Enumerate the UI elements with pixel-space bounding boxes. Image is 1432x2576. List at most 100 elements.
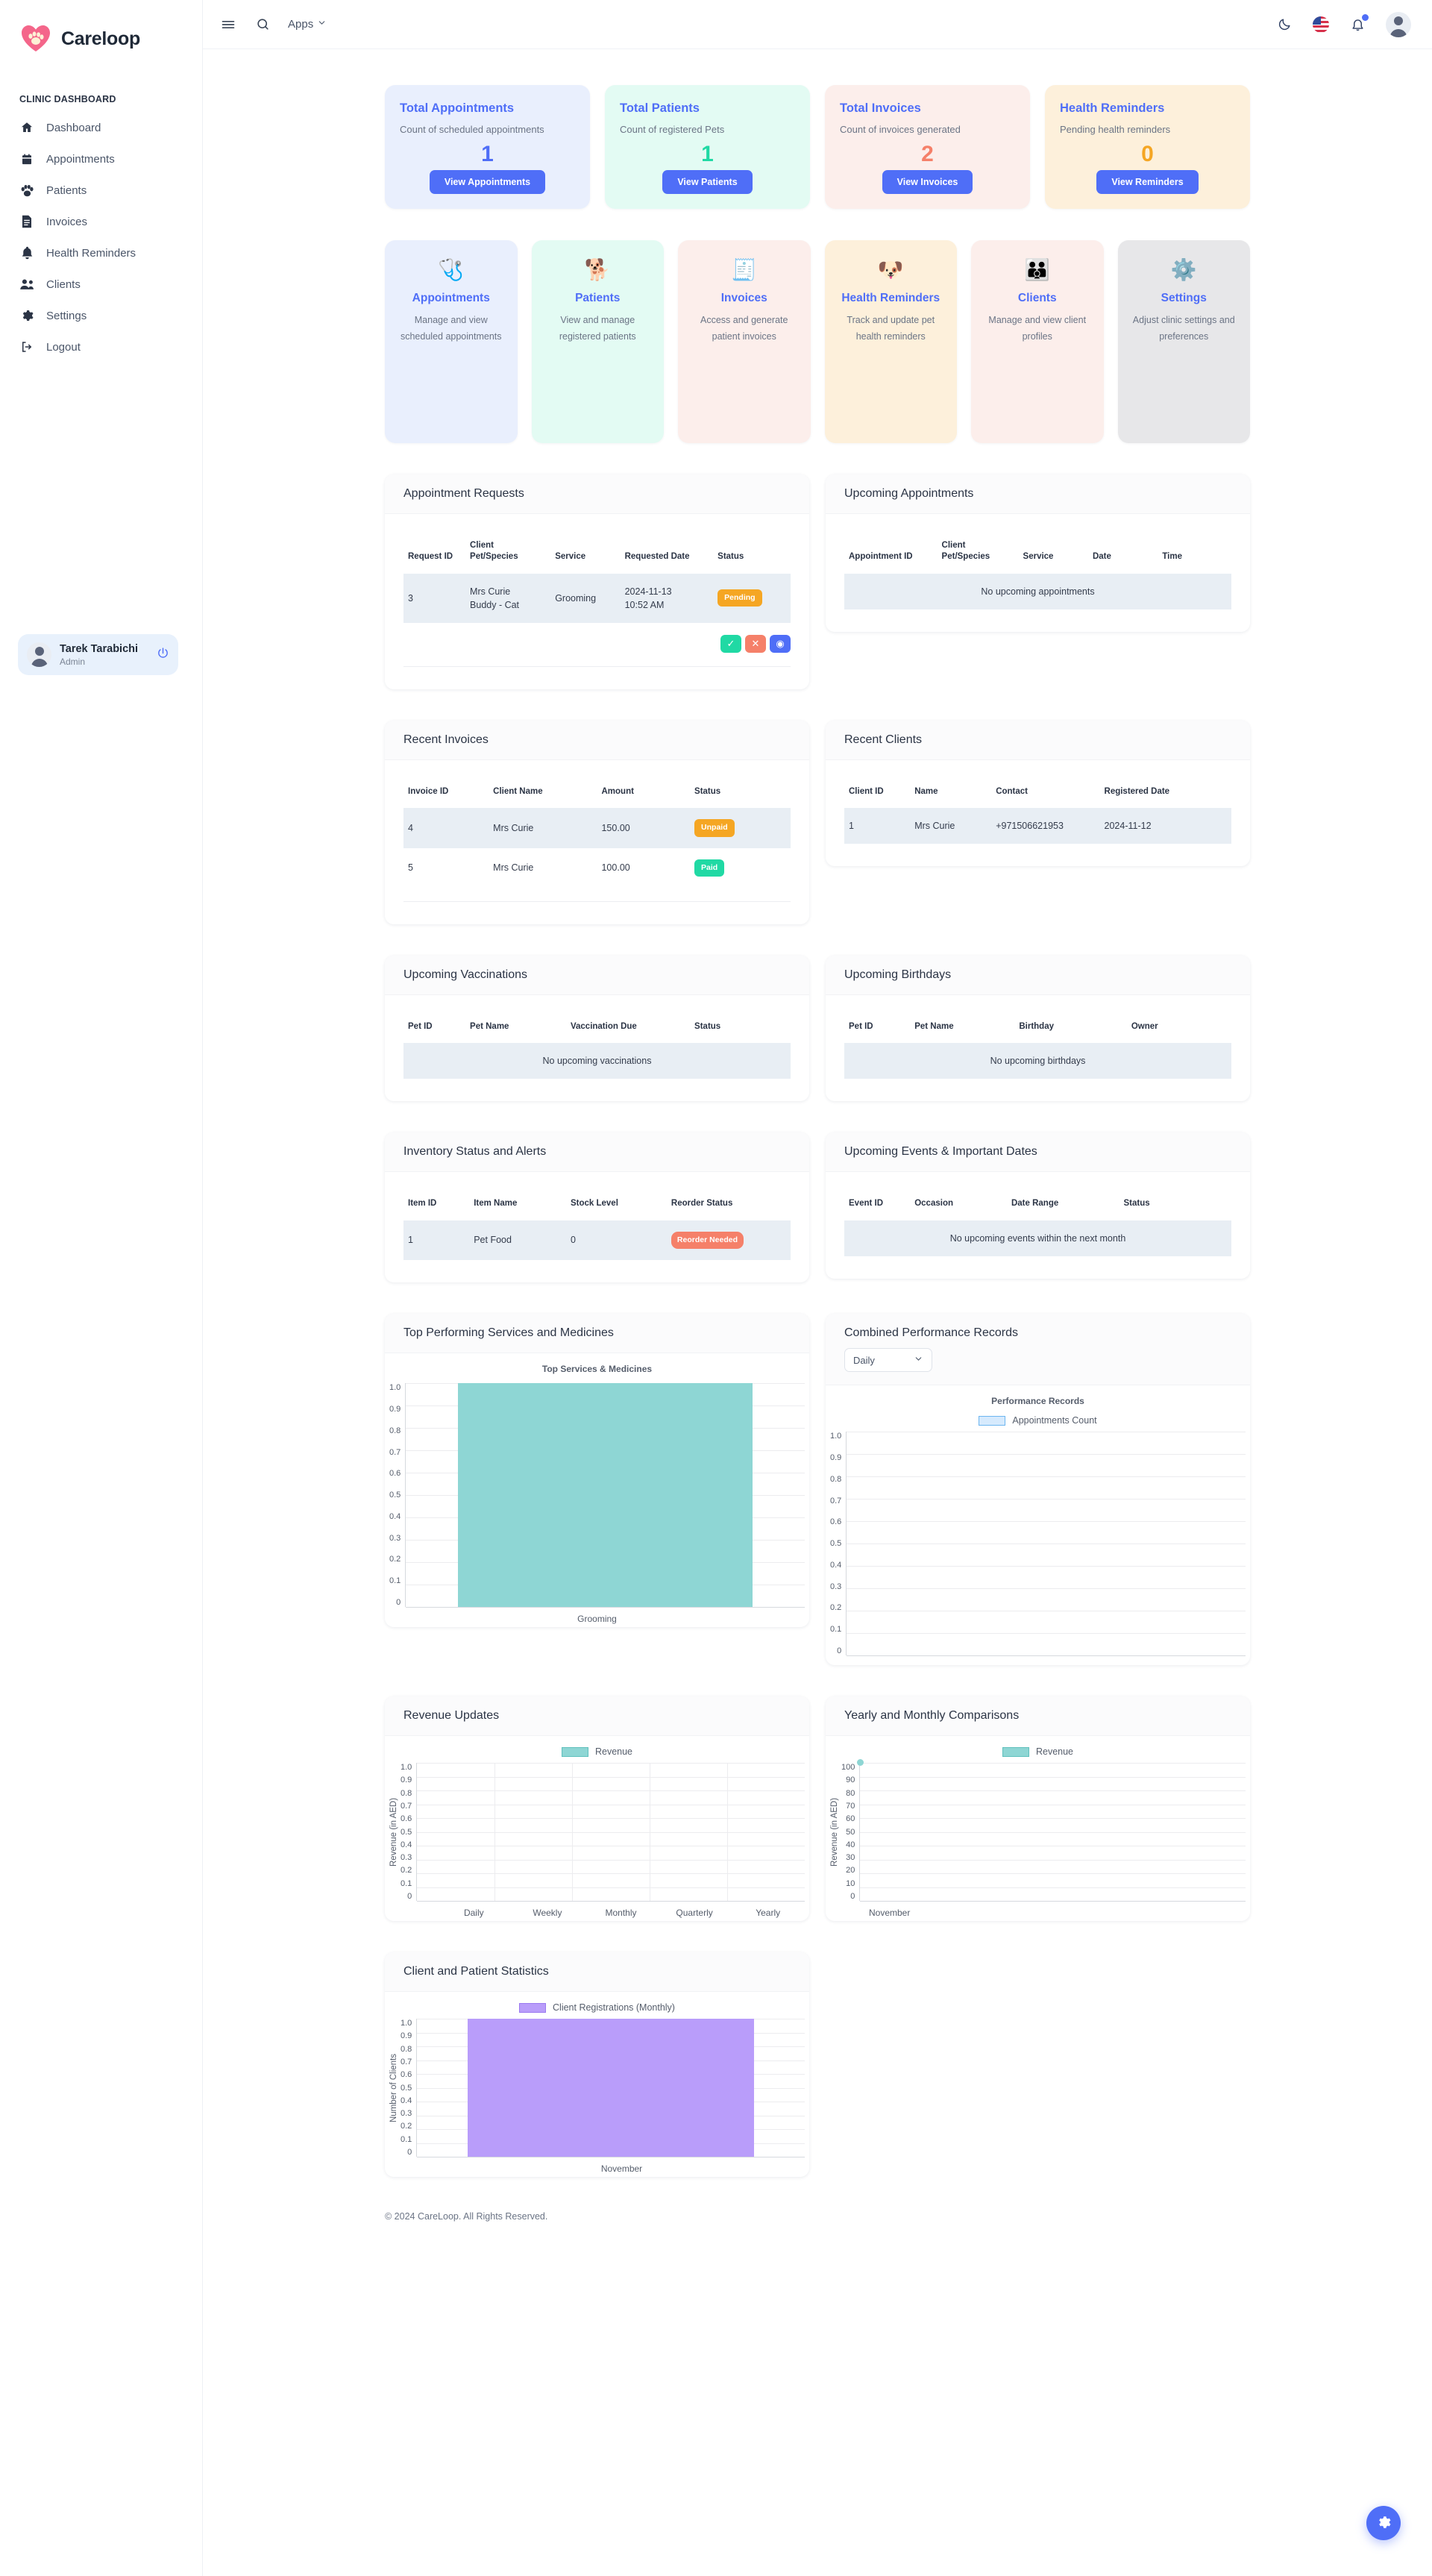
- panel-header: Recent Clients: [826, 720, 1250, 760]
- stat-value: 0: [1141, 141, 1154, 166]
- legend-swatch: [979, 1415, 1006, 1426]
- stat-value: 2: [921, 141, 934, 166]
- empty-state-text: No upcoming appointments: [844, 573, 1231, 609]
- stat-title: Health Reminders: [1060, 101, 1165, 115]
- y-tick-label: 1.0: [401, 1763, 412, 1773]
- stat-title: Total Appointments: [400, 101, 515, 115]
- cell-item-name: Pet Food: [469, 1220, 566, 1261]
- panel-recent-invoices: Recent Invoices Invoice ID Client Name A…: [385, 720, 809, 924]
- table-row[interactable]: 3 Mrs Curie Buddy - Cat Grooming 2024-11…: [403, 573, 791, 623]
- y-tick-label: 80: [846, 1788, 855, 1798]
- tile-appointments[interactable]: 🩺 Appointments Manage and view scheduled…: [385, 239, 518, 443]
- apps-label: Apps: [288, 18, 314, 31]
- table-header-row: Pet ID Pet Name Vaccination Due Status: [403, 1015, 791, 1044]
- tile-settings[interactable]: ⚙️ Settings Adjust clinic settings and p…: [1117, 239, 1250, 443]
- sidebar-item-dashboard[interactable]: Dashboard: [0, 112, 202, 143]
- performance-period-select[interactable]: Daily: [844, 1348, 932, 1373]
- brand[interactable]: Careloop: [0, 16, 202, 55]
- bar: [467, 2019, 755, 2157]
- tile-invoices[interactable]: 🧾 Invoices Access and generate patient i…: [678, 239, 811, 443]
- view-appointments-button[interactable]: View Appointments: [429, 169, 546, 194]
- home-icon: [19, 120, 34, 135]
- chart-revenue-updates: Revenue (in AED) 1.0 0.9 0.8 0.7 0.6 0.5 0.4 0.…: [389, 1763, 805, 1902]
- view-invoices-button[interactable]: View Invoices: [882, 169, 973, 194]
- col-registered-date: Registered Date: [1104, 786, 1170, 796]
- panel-inventory-status: Inventory Status and Alerts Item ID Item…: [385, 1132, 809, 1283]
- inventory-table: Item ID Item Name Stock Level Reorder St…: [403, 1192, 791, 1261]
- panel-title: Inventory Status and Alerts: [403, 1145, 547, 1159]
- panel-title: Yearly and Monthly Comparisons: [844, 1709, 1020, 1723]
- panel-body: Client Registrations (Monthly) Number of…: [385, 1992, 809, 2177]
- empty-state-text: No upcoming vaccinations: [403, 1043, 791, 1079]
- table-body: 1 Pet Food 0 Reorder Needed: [403, 1220, 791, 1261]
- table-row[interactable]: 1 Mrs Curie +971506621953 2024-11-12: [844, 808, 1231, 844]
- y-tick-label: 0.9: [401, 1776, 412, 1785]
- sidebar-item-invoices[interactable]: Invoices: [0, 206, 202, 237]
- cell-request-id: 3: [403, 573, 466, 623]
- y-axis-tick-labels: 1.0 0.9 0.8 0.7 0.6 0.5 0.4 0.3 0.2 0.1 0: [389, 1383, 405, 1607]
- sidebar-user-card[interactable]: Tarek Tarabichi Admin: [18, 634, 178, 676]
- stat-value: 1: [701, 141, 714, 166]
- view-patients-button[interactable]: View Patients: [662, 169, 753, 194]
- panel-upcoming-appointments: Upcoming Appointments Appointment ID Cli…: [826, 474, 1250, 632]
- sidebar-nav: Dashboard Appointments Patients Invoices: [0, 112, 202, 363]
- y-tick-label: 0.1: [389, 1576, 401, 1586]
- power-icon[interactable]: [157, 647, 169, 663]
- us-flag-icon[interactable]: [1313, 16, 1329, 33]
- main-area: Apps Total Appointments Count of schedul…: [203, 0, 1432, 2576]
- sidebar-item-logout[interactable]: Logout: [0, 331, 202, 363]
- sidebar-item-label: Clients: [46, 278, 81, 291]
- topbar-actions: [1275, 11, 1411, 37]
- x-axis-tick-labels: [830, 1655, 1246, 1662]
- panel-title: Combined Performance Records: [844, 1326, 1018, 1340]
- view-request-button[interactable]: ◉: [770, 634, 791, 653]
- table-row[interactable]: 4 Mrs Curie 150.00 Unpaid: [403, 808, 791, 848]
- sidebar-item-health-reminders[interactable]: Health Reminders: [0, 237, 202, 269]
- upcoming-birthdays-table: Pet ID Pet Name Birthday Owner No upcomi…: [844, 1015, 1231, 1079]
- table-row[interactable]: 1 Pet Food 0 Reorder Needed: [403, 1220, 791, 1261]
- stat-card-health-reminders: Health Reminders Pending health reminder…: [1045, 85, 1250, 209]
- stethoscope-icon: 🩺: [438, 257, 465, 281]
- search-icon[interactable]: [254, 16, 271, 34]
- grid-line-vertical: [572, 1763, 574, 1902]
- tile-health-reminders[interactable]: 🐶 Health Reminders Track and update pet …: [824, 239, 957, 443]
- sidebar-item-appointments[interactable]: Appointments: [0, 143, 202, 175]
- panel-header: Revenue Updates: [385, 1696, 809, 1737]
- col-request-id: Request ID: [408, 552, 453, 562]
- panel-header: Appointment Requests: [385, 474, 809, 514]
- panel-title: Top Performing Services and Medicines: [403, 1326, 614, 1340]
- moon-icon[interactable]: [1275, 16, 1293, 34]
- grid-line: [860, 1763, 1246, 1764]
- y-tick-label: 100: [841, 1763, 855, 1773]
- table-row[interactable]: 5 Mrs Curie 100.00 Paid: [403, 848, 791, 888]
- cell-status: Paid: [690, 848, 791, 888]
- grid-line: [860, 1887, 1246, 1888]
- status-badge: Paid: [694, 859, 725, 877]
- nav-tiles: 🩺 Appointments Manage and view scheduled…: [385, 209, 1250, 443]
- panel-upcoming-vaccinations: Upcoming Vaccinations Pet ID Pet Name Va…: [385, 955, 809, 1102]
- apps-menu[interactable]: Apps: [288, 18, 327, 31]
- y-tick-label: 0.2: [401, 2122, 412, 2131]
- table-header-row: Item ID Item Name Stock Level Reorder St…: [403, 1192, 791, 1220]
- notifications-icon[interactable]: [1348, 13, 1369, 34]
- cell-reorder-status: Reorder Needed: [666, 1220, 791, 1261]
- panel-body: Request ID Client Pet/Species Service Re…: [385, 514, 809, 689]
- row-charts-3: Client and Patient Statistics Client Reg…: [385, 1921, 1250, 2178]
- tile-clients[interactable]: 👪 Clients Manage and view client profile…: [971, 239, 1104, 443]
- tile-patients[interactable]: 🐕 Patients View and manage registered pa…: [531, 239, 664, 443]
- settings-fab-button[interactable]: [1366, 2506, 1401, 2540]
- sidebar-item-settings[interactable]: Settings: [0, 300, 202, 331]
- grid-line-vertical: [494, 1763, 496, 1902]
- avatar[interactable]: [1386, 11, 1411, 37]
- reject-request-button[interactable]: ✕: [745, 634, 766, 653]
- family-icon: 👪: [1024, 257, 1051, 281]
- sidebar-item-clients[interactable]: Clients: [0, 269, 202, 300]
- approve-request-button[interactable]: ✓: [720, 634, 741, 653]
- sidebar-item-patients[interactable]: Patients: [0, 175, 202, 206]
- panel-combined-performance: Combined Performance Records Daily Perfo…: [826, 1314, 1250, 1666]
- table-head: Item ID Item Name Stock Level Reorder St…: [403, 1192, 791, 1220]
- sidebar-section-label: CLINIC DASHBOARD: [19, 94, 116, 104]
- view-reminders-button[interactable]: View Reminders: [1096, 169, 1199, 194]
- hamburger-icon[interactable]: [219, 16, 237, 34]
- tile-title: Health Reminders: [841, 291, 940, 304]
